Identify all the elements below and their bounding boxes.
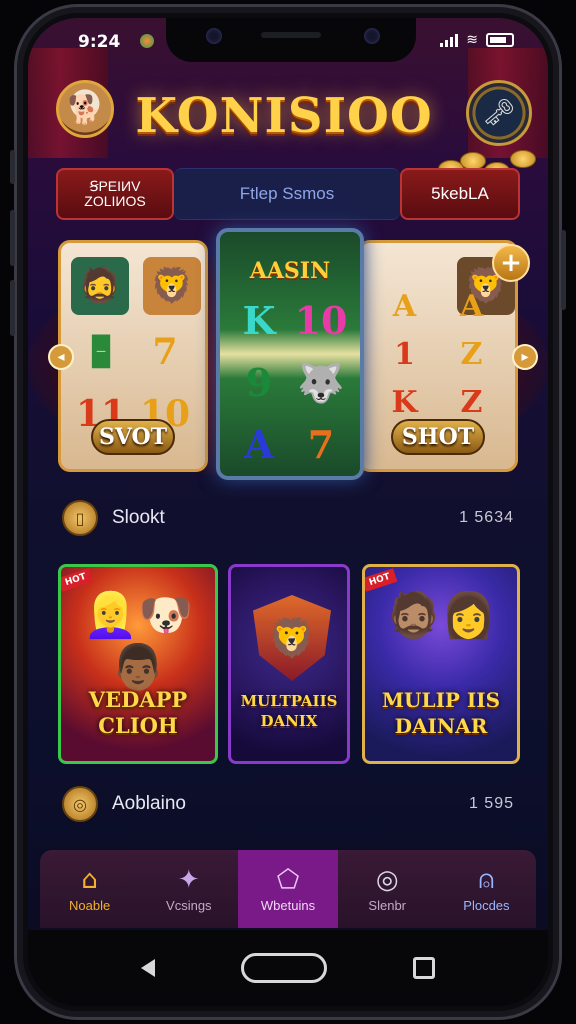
- wifi-icon: ≋: [466, 32, 478, 48]
- nav-label: Vcsings: [166, 897, 212, 913]
- mute-switch: [10, 150, 15, 184]
- characters-icon: 👱‍♀️🐶👨🏾: [83, 590, 193, 693]
- reel-symbol: 9: [245, 360, 273, 405]
- carousel-next-button[interactable]: ▸: [512, 344, 538, 370]
- reel-symbol: 7: [152, 331, 178, 373]
- character-icon: 🧔: [71, 257, 129, 315]
- featured-slots-carousel: 🧔 🦁 🁢 7 11 10 SVOT AASIN K 10 9 🐺 A 7 🦁: [28, 224, 548, 494]
- slot-card-center[interactable]: AASIN K 10 9 🐺 A 7: [216, 228, 364, 480]
- app-screen: 9:24 ≋ 🐕 KONISIOO 🗝 ꞨPEIИV ZOLIИOS Ftlep…: [28, 18, 548, 1006]
- tab-left-line2: ZOLIИOS: [84, 193, 146, 209]
- characters-icon: 🧔🏽👩: [386, 590, 496, 641]
- reel-symbol: K: [242, 298, 276, 343]
- search-placeholder: Ftlep Ssmos: [239, 184, 335, 203]
- vault-icon[interactable]: 🗝: [466, 80, 532, 146]
- recent-apps-icon[interactable]: [413, 957, 435, 979]
- reel-symbol: 7: [307, 422, 335, 467]
- section-aoblaino[interactable]: ◎ Aoblaino 1 595: [62, 784, 514, 824]
- tab-right[interactable]: 5kebLA: [400, 168, 520, 220]
- chat-icon: ◎: [375, 864, 399, 895]
- add-button[interactable]: +: [492, 244, 530, 282]
- game-title: MULIP IIS DAINAR: [371, 687, 511, 739]
- slot-card-center-title: AASIN: [249, 258, 331, 284]
- game-title-line2: DANIX: [260, 712, 318, 730]
- slot-card-right[interactable]: 🦁 A A 1 Z K Z SHOT: [358, 240, 518, 472]
- game-title-line2: CLIOH: [98, 713, 178, 738]
- section-count: 1 595: [468, 795, 514, 812]
- nav-label: Plocdes: [463, 897, 510, 913]
- user-avatar[interactable]: 🐕: [56, 80, 114, 138]
- slot-card-left-banner: SVOT: [91, 419, 175, 455]
- game-title-line1: MULTPAIIS: [240, 692, 338, 710]
- game-tile-3[interactable]: HOT 🧔🏽👩 MULIP IIS DAINAR: [362, 564, 520, 764]
- volume-down-button: [10, 280, 15, 336]
- home-pill-button[interactable]: [241, 953, 327, 983]
- search-field[interactable]: Ftlep Ssmos: [174, 168, 400, 220]
- home-icon: ⌂: [81, 864, 98, 895]
- app-logo: KONISIOO: [135, 88, 433, 144]
- reel-symbol: A: [459, 289, 484, 324]
- reel-symbol: 10: [294, 298, 348, 343]
- carousel-prev-button[interactable]: ◂: [48, 344, 74, 370]
- game-title-line2: DAINAR: [394, 714, 488, 738]
- reel-symbol: A: [244, 422, 274, 467]
- status-time: 9:24: [78, 32, 121, 52]
- reel-symbol: 1: [394, 337, 415, 372]
- nav-label: Wbetuins: [260, 897, 316, 913]
- slot-card-right-banner: SHOT: [391, 419, 485, 455]
- lion-shield-icon: 🦁: [253, 595, 331, 681]
- tab-left-line1: ꞨPEIИV: [89, 178, 141, 194]
- diamond-icon: ⬠: [276, 864, 300, 895]
- lock-icon: ▯: [62, 500, 98, 536]
- wolf-icon: 🐺: [297, 360, 345, 405]
- section-slookt[interactable]: ▯ Slookt 1 5634: [62, 498, 514, 538]
- nav-item-vcsings[interactable]: ✦ Vcsings: [139, 850, 238, 928]
- section-label: Aoblaino: [112, 793, 186, 814]
- reel-grid: A A 1 Z K Z: [371, 283, 505, 427]
- coin-icon: ◎: [62, 786, 98, 822]
- nav-item-wbetuins[interactable]: ⬠ Wbetuins: [238, 850, 338, 928]
- power-button: [561, 230, 566, 310]
- notification-icon: [140, 34, 154, 48]
- lion-icon: 🦁: [143, 257, 201, 315]
- bottom-navigation: ⌂ Noable ✦ Vcsings ⬠ Wbetuins ◎ Slenbr ⍝…: [40, 850, 536, 928]
- system-navigation-bar: [28, 930, 548, 1006]
- star-icon: ✦: [177, 864, 200, 895]
- reel-symbol: 🁢: [89, 335, 113, 368]
- section-count: 1 5634: [459, 509, 514, 526]
- front-camera: [206, 28, 222, 44]
- game-title-line1: MULIP IIS: [381, 688, 501, 712]
- game-title: VEDAPP CLIOH: [67, 687, 209, 739]
- tab-left[interactable]: ꞨPEIИV ZOLIИOS: [56, 168, 174, 220]
- game-title: MULTPAIIS DANIX: [237, 691, 341, 731]
- nav-item-home[interactable]: ⌂ Noable: [40, 850, 139, 928]
- game-tile-1[interactable]: HOT 👱‍♀️🐶👨🏾 VEDAPP CLIOH: [58, 564, 218, 764]
- reel-symbol: A: [392, 289, 417, 324]
- camera-notch: [166, 18, 416, 62]
- battery-icon: [486, 33, 514, 47]
- nav-label: Noable: [69, 897, 111, 913]
- signal-icon: [440, 33, 459, 47]
- volume-up-button: [10, 210, 15, 266]
- nav-item-plocdes[interactable]: ⍝ Plocdes: [437, 850, 536, 928]
- earpiece-speaker: [261, 32, 321, 38]
- nav-label: Slenbr: [368, 897, 406, 913]
- sensor: [364, 28, 380, 44]
- back-icon[interactable]: [141, 959, 155, 977]
- status-icons: ≋: [440, 32, 514, 48]
- section-label: Slookt: [112, 507, 165, 528]
- slot-card-left[interactable]: 🧔 🦁 🁢 7 11 10 SVOT: [58, 240, 208, 472]
- nav-item-slenbr[interactable]: ◎ Slenbr: [338, 850, 437, 928]
- reel-grid: K 10 9 🐺 A 7: [230, 292, 350, 474]
- reel-symbol: Z: [460, 337, 483, 372]
- profile-icon: ⍝: [478, 864, 495, 895]
- game-title-line1: VEDAPP: [88, 687, 188, 712]
- game-tile-2[interactable]: 🦁 MULTPAIIS DANIX: [228, 564, 350, 764]
- tab-right-label: 5kebLA: [431, 184, 489, 203]
